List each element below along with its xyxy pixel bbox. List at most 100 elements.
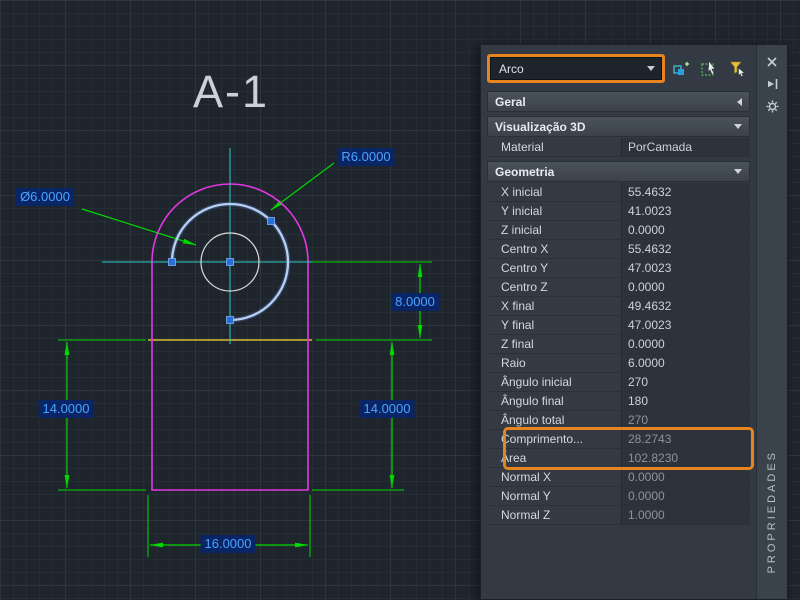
property-row-angulo-total: Ângulo total 270 (487, 411, 750, 430)
property-value: 0.0000 (621, 468, 750, 486)
property-label: Normal Y (487, 487, 621, 505)
chevron-down-icon (734, 169, 742, 174)
property-row-area: Área 102.8230 (487, 449, 750, 468)
dim-14-left-label[interactable]: 14.0000 (38, 400, 94, 418)
section-header-visualizacao-3d[interactable]: Visualização 3D (487, 116, 750, 137)
annotation-highlight-results: Comprimento... 28.2743 Área 102.8230 (485, 427, 754, 470)
select-objects-icon (701, 60, 716, 76)
property-row-z-inicial: Z inicial 0.0000 (487, 221, 750, 240)
property-value[interactable]: 47.0023 (621, 259, 750, 277)
dim-radius-label[interactable]: R6.0000 (337, 148, 395, 166)
property-value[interactable]: 41.0023 (621, 202, 750, 220)
property-label: Raio (487, 354, 621, 372)
close-icon (767, 57, 777, 67)
drawing-title: A-1 (192, 66, 270, 117)
property-label: Centro Z (487, 278, 621, 296)
property-label: X final (487, 297, 621, 315)
auto-hide-button[interactable] (763, 75, 781, 93)
property-label: Centro X (487, 240, 621, 258)
property-label: X inicial (487, 183, 621, 201)
object-type-dropdown[interactable]: Arco (490, 57, 662, 80)
autocad-workspace: { "drawing": { "title": "A-1", "labels":… (0, 0, 800, 600)
property-row-normal-x: Normal X 0.0000 (487, 468, 750, 487)
property-value: 0.0000 (621, 487, 750, 505)
property-label: Ângulo inicial (487, 373, 621, 391)
property-value: 270 (621, 411, 750, 429)
toggle-value-icon (673, 61, 690, 75)
quick-select-button[interactable] (726, 57, 750, 80)
property-row-x-inicial: X inicial 55.4632 (487, 183, 750, 202)
properties-palette: Arco Geral Visualização 3D Material PorC… (480, 44, 788, 600)
property-value: 28.2743 (621, 430, 750, 448)
property-row-normal-z: Normal Z 1.0000 (487, 506, 750, 525)
settings-icon (766, 100, 778, 112)
property-value: 1.0000 (621, 506, 750, 524)
property-label: Área (487, 449, 621, 467)
property-value[interactable]: 0.0000 (621, 278, 750, 296)
property-label: Y inicial (487, 202, 621, 220)
section-label: Geometria (495, 164, 555, 179)
chevron-down-icon (734, 124, 742, 129)
property-value[interactable]: 55.4632 (621, 240, 750, 258)
property-row-z-final: Z final 0.0000 (487, 335, 750, 354)
dim-8-label[interactable]: 8.0000 (391, 293, 439, 311)
property-label: Ângulo total (487, 411, 621, 429)
property-value[interactable]: 270 (621, 373, 750, 391)
chevron-down-icon (647, 66, 655, 71)
dim-14-right-label[interactable]: 14.0000 (359, 400, 415, 418)
section-header-geometria[interactable]: Geometria (487, 161, 750, 182)
dim-16-label[interactable]: 16.0000 (200, 535, 256, 553)
property-label: Ângulo final (487, 392, 621, 410)
property-row-centro-x: Centro X 55.4632 (487, 240, 750, 259)
property-label: Z final (487, 335, 621, 353)
property-label: Y final (487, 316, 621, 334)
grip-arc-mid (267, 217, 275, 225)
property-value[interactable]: 180 (621, 392, 750, 410)
property-row-centro-z: Centro Z 0.0000 (487, 278, 750, 297)
property-row-angulo-inicial: Ângulo inicial 270 (487, 373, 750, 392)
property-value[interactable]: PorCamada (621, 138, 750, 156)
property-row-comprimento: Comprimento... 28.2743 (487, 430, 750, 449)
property-value: 102.8230 (621, 449, 750, 467)
dim-diameter-label[interactable]: Ø6.0000 (16, 188, 74, 206)
property-row-raio: Raio 6.0000 (487, 354, 750, 373)
toggle-value-button[interactable] (669, 57, 693, 80)
property-label: Centro Y (487, 259, 621, 277)
annotation-highlight-selector: Arco (487, 54, 665, 83)
settings-button[interactable] (763, 97, 781, 115)
property-row-centro-y: Centro Y 47.0023 (487, 259, 750, 278)
property-label: Comprimento... (487, 430, 621, 448)
property-label: Normal X (487, 468, 621, 486)
property-row-angulo-final: Ângulo final 180 (487, 392, 750, 411)
property-row-material: Material PorCamada (487, 138, 750, 157)
grip-arc-end (168, 258, 176, 266)
palette-content: Arco Geral Visualização 3D Material PorC… (481, 45, 756, 599)
property-value[interactable]: 49.4632 (621, 297, 750, 315)
property-label: Z inicial (487, 221, 621, 239)
property-value[interactable]: 0.0000 (621, 335, 750, 353)
centerlines[interactable] (102, 148, 312, 344)
auto-hide-icon (768, 79, 778, 89)
property-label: Normal Z (487, 506, 621, 524)
property-value[interactable]: 47.0023 (621, 316, 750, 334)
property-label: Material (487, 138, 621, 156)
property-row-normal-y: Normal Y 0.0000 (487, 487, 750, 506)
section-label: Geral (495, 94, 526, 109)
palette-titlebar: PROPRIEDADES (756, 45, 787, 599)
object-type-value: Arco (499, 61, 524, 76)
property-row-y-inicial: Y inicial 41.0023 (487, 202, 750, 221)
chevron-left-icon (737, 97, 742, 106)
property-row-y-final: Y final 47.0023 (487, 316, 750, 335)
select-objects-button[interactable] (697, 57, 721, 80)
property-row-x-final: X final 49.4632 (487, 297, 750, 316)
property-value[interactable]: 6.0000 (621, 354, 750, 372)
grip-arc-center (226, 258, 234, 266)
section-label: Visualização 3D (495, 119, 586, 134)
section-header-geral[interactable]: Geral (487, 91, 750, 112)
quick-select-icon (730, 61, 746, 77)
property-value[interactable]: 55.4632 (621, 183, 750, 201)
palette-title-vertical[interactable]: PROPRIEDADES (766, 450, 778, 573)
close-button[interactable] (763, 53, 781, 71)
property-value[interactable]: 0.0000 (621, 221, 750, 239)
grip-arc-start (226, 316, 234, 324)
